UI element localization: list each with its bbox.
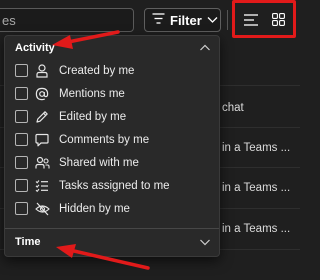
list-item-text: in a Teams ... <box>222 223 291 235</box>
grid-view-button[interactable] <box>267 11 289 31</box>
option-mentions-me[interactable]: Mentions me <box>5 82 219 105</box>
pencil-icon <box>34 109 50 125</box>
chevron-down-icon <box>199 236 211 248</box>
checkbox[interactable] <box>15 179 28 192</box>
filter-label: Filter <box>170 12 202 28</box>
option-label: Mentions me <box>59 87 125 100</box>
search-input-text: es <box>2 13 16 28</box>
checkbox[interactable] <box>15 87 28 100</box>
grid-view-icon <box>271 13 285 29</box>
option-label: Edited by me <box>59 110 127 123</box>
option-label: Tasks assigned to me <box>59 179 170 192</box>
toolbar-divider <box>227 10 228 30</box>
checkbox[interactable] <box>15 133 28 146</box>
toolbar: es Filter <box>0 0 300 38</box>
checkbox[interactable] <box>15 202 28 215</box>
list-item-text: chat <box>222 102 244 114</box>
view-toggle-group <box>232 0 296 38</box>
option-label: Created by me <box>59 64 135 77</box>
list-item-text: in a Teams ... <box>222 142 291 154</box>
option-comments-by-me[interactable]: Comments by me <box>5 128 219 151</box>
filter-dropdown: Activity Created by me Mentions me Edite… <box>4 35 220 257</box>
chevron-up-icon <box>199 42 211 54</box>
option-shared-with-me[interactable]: Shared with me <box>5 151 219 174</box>
filter-icon <box>152 13 165 27</box>
option-tasks-assigned-to-me[interactable]: Tasks assigned to me <box>5 174 219 197</box>
checkbox[interactable] <box>15 156 28 169</box>
option-created-by-me[interactable]: Created by me <box>5 59 219 82</box>
option-label: Shared with me <box>59 156 139 169</box>
at-sign-icon <box>34 86 50 102</box>
search-input[interactable]: es <box>0 8 134 32</box>
checkbox[interactable] <box>15 110 28 123</box>
chevron-down-icon <box>207 13 218 27</box>
people-icon <box>34 155 50 171</box>
list-view-button[interactable] <box>240 11 262 31</box>
option-label: Comments by me <box>59 133 150 146</box>
eye-off-icon <box>34 201 50 217</box>
option-label: Hidden by me <box>59 202 130 215</box>
activity-section-title: Activity <box>15 42 55 54</box>
list-item-text: in a Teams ... <box>222 182 291 194</box>
time-section-title: Time <box>15 236 41 248</box>
person-icon <box>34 63 50 79</box>
time-section-header[interactable]: Time <box>5 232 219 252</box>
activity-section-header[interactable]: Activity <box>5 38 219 58</box>
option-hidden-by-me[interactable]: Hidden by me <box>5 197 219 220</box>
comment-icon <box>34 132 50 148</box>
section-divider <box>5 228 219 229</box>
task-list-icon <box>34 178 50 194</box>
option-edited-by-me[interactable]: Edited by me <box>5 105 219 128</box>
list-view-icon <box>244 13 258 29</box>
filter-button[interactable]: Filter <box>144 8 221 32</box>
checkbox[interactable] <box>15 64 28 77</box>
